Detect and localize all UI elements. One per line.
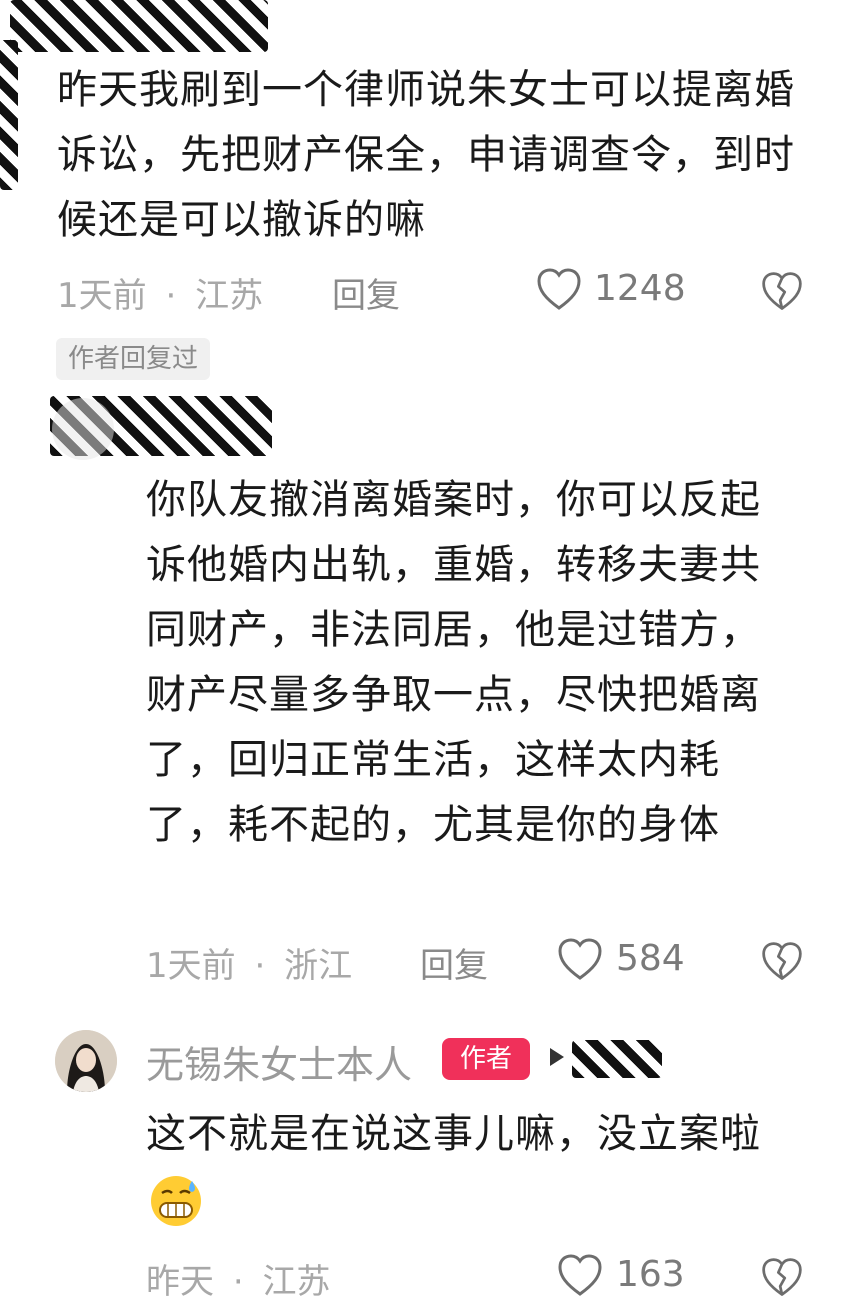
comment-3-location: 江苏 (262, 1262, 331, 1302)
heart-icon[interactable] (535, 266, 583, 314)
comment-1-time: 1天前 (57, 276, 147, 316)
broken-heart-icon[interactable] (760, 270, 804, 314)
avatar[interactable] (55, 1030, 117, 1092)
comment-1-text: 昨天我刷到一个律师说朱女士可以提离婚诉讼，先把财产保全，申请调查令，到时候还是可… (57, 67, 795, 243)
comment-1-like-count: 1248 (594, 268, 686, 309)
comment-3-meta: 昨天 · 江苏 (146, 1254, 330, 1303)
comment-2-meta: 1天前 · 浙江 (146, 938, 352, 987)
heart-icon[interactable] (556, 936, 604, 984)
comment-2-time: 1天前 (146, 946, 236, 986)
separator: · (165, 276, 177, 316)
broken-heart-icon[interactable] (760, 1256, 804, 1300)
comment-1-reply-button[interactable]: 回复 (332, 268, 400, 317)
comment-1-meta: 1天前 · 江苏 (57, 268, 263, 317)
watermark (330, 1258, 470, 1282)
comment-2-like-count: 584 (616, 938, 685, 979)
comment-2-text: 你队友撤消离婚案时，你可以反起诉他婚内出轨，重婚，转移夫妻共同财产，非法同居，他… (146, 477, 761, 848)
comment-3-like-count: 163 (616, 1254, 685, 1295)
separator: · (232, 1262, 244, 1302)
separator: · (254, 946, 266, 986)
broken-heart-icon[interactable] (760, 940, 804, 984)
author-badge: 作者 (442, 1038, 530, 1080)
censored-reply-target (572, 1040, 662, 1078)
censored-username (10, 0, 268, 52)
play-icon (550, 1048, 564, 1066)
heart-icon[interactable] (556, 1252, 604, 1300)
reply-avatar-placeholder (52, 398, 114, 460)
comment-2-reply-button[interactable]: 回复 (420, 938, 488, 987)
comment-2-location: 浙江 (284, 946, 353, 986)
author-username[interactable]: 无锡朱女士本人 (146, 1034, 412, 1089)
comment-3-time: 昨天 (146, 1262, 214, 1302)
author-replied-tag: 作者回复过 (56, 338, 211, 380)
comment-3-text: 这不就是在说这事儿嘛，没立案啦 (146, 1102, 796, 1232)
cool-emoji-icon (148, 1173, 204, 1229)
comment-1-location: 江苏 (195, 276, 264, 316)
left-edge-mark (0, 40, 18, 190)
